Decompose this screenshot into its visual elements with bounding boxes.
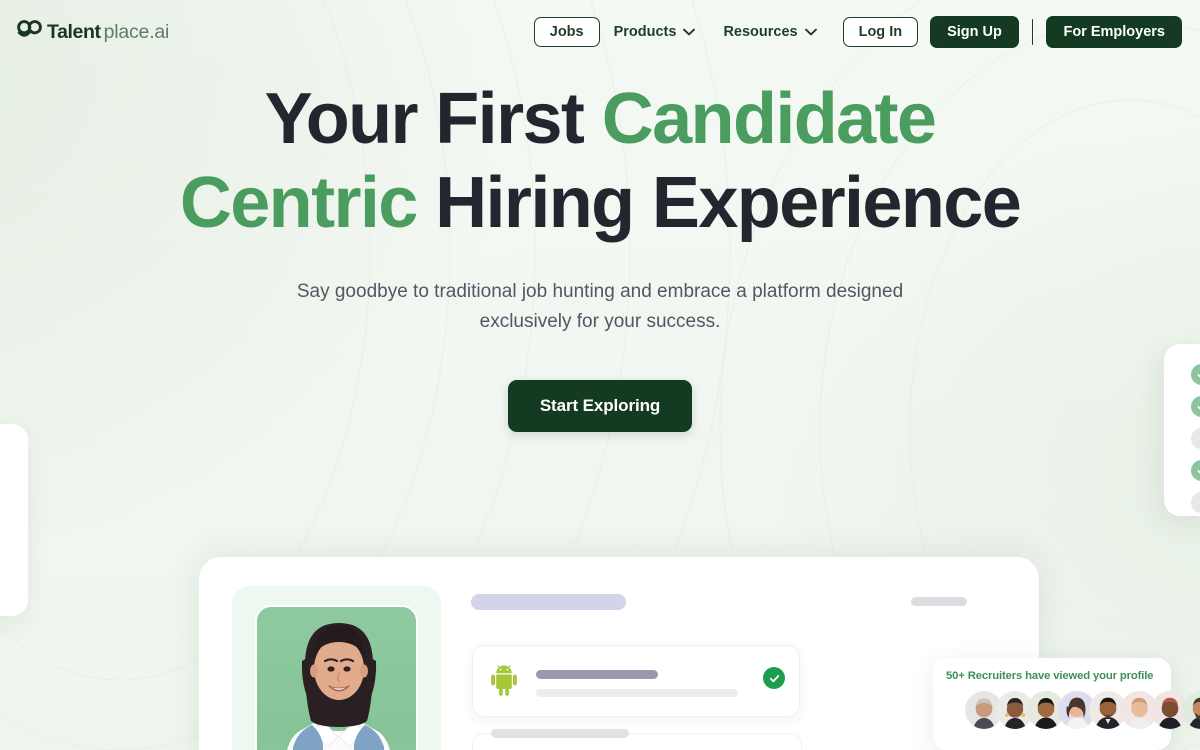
nav-products-dropdown[interactable]: Products bbox=[600, 16, 710, 48]
recruiters-badge-label: 50+ Recruiters have viewed your profile bbox=[946, 670, 1154, 682]
nav-login-button[interactable]: Log In bbox=[842, 16, 919, 48]
hero-section: Your First Candidate Centric Hiring Exper… bbox=[0, 78, 1200, 432]
secondary-listing-row[interactable] bbox=[472, 729, 802, 750]
android-icon bbox=[489, 665, 519, 702]
nav-signup-button[interactable]: Sign Up bbox=[930, 15, 1019, 49]
placeholder-bar bbox=[491, 729, 629, 738]
brand-logo[interactable]: Talent place.ai bbox=[16, 20, 169, 44]
hero-subtitle: Say goodbye to traditional job hunting a… bbox=[296, 281, 904, 333]
headline-segment-1: Your First bbox=[264, 79, 602, 159]
left-floating-card bbox=[0, 424, 28, 616]
recruiters-viewed-badge: 50+ Recruiters have viewed your profile bbox=[933, 658, 1200, 750]
placeholder-bar bbox=[536, 689, 738, 697]
nav-products-label: Products bbox=[613, 24, 677, 40]
nav-for-employers-button[interactable]: For Employers bbox=[1046, 15, 1182, 49]
hero-headline: Your First Candidate Centric Hiring Exper… bbox=[95, 78, 1105, 245]
circle-placeholder-icon bbox=[1191, 492, 1200, 513]
dashboard-mockup bbox=[199, 557, 1039, 750]
brand-name-bold: Talent bbox=[47, 21, 101, 43]
check-circle-icon bbox=[1191, 460, 1200, 481]
start-exploring-button[interactable]: Start Exploring bbox=[507, 379, 693, 432]
placeholder-bar bbox=[911, 597, 967, 606]
placeholder-bar bbox=[536, 670, 658, 679]
candidate-portrait bbox=[255, 605, 418, 750]
nav-resources-dropdown[interactable]: Resources bbox=[709, 16, 830, 48]
go-mark-icon bbox=[16, 20, 42, 38]
brand-name-light: place.ai bbox=[103, 21, 170, 43]
job-listing-row[interactable] bbox=[472, 645, 800, 717]
chevron-down-icon bbox=[804, 24, 817, 40]
recruiter-avatar-stack bbox=[943, 691, 1200, 729]
headline-segment-2: Hiring Experience bbox=[416, 162, 1022, 243]
nav-resources-label: Resources bbox=[723, 24, 798, 40]
headline-highlight-centric: Centric bbox=[179, 162, 418, 243]
profile-photo-card bbox=[232, 586, 441, 750]
chevron-down-icon bbox=[683, 24, 696, 40]
avatar bbox=[1182, 691, 1200, 729]
nav-jobs-button[interactable]: Jobs bbox=[533, 16, 600, 48]
site-header: Talent place.ai Jobs Products Resources … bbox=[0, 0, 1200, 64]
main-navigation: Jobs Products Resources Log In Sign Up F… bbox=[533, 15, 1182, 49]
headline-highlight-candidate: Candidate bbox=[601, 79, 937, 159]
placeholder-title-bar bbox=[471, 594, 626, 610]
nav-divider bbox=[1031, 19, 1034, 45]
check-circle-icon bbox=[763, 667, 785, 689]
